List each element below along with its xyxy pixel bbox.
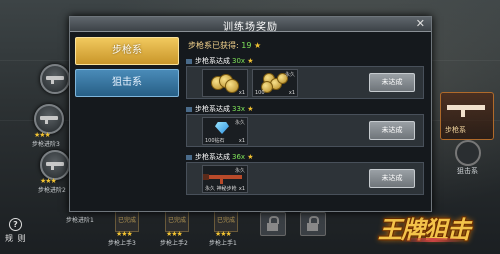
reward-tier-header: 步枪系达成 36x ★ [186,152,424,162]
claim-button-not-reached[interactable]: 未达成 [369,73,415,92]
tree-node-rifle[interactable] [40,150,70,180]
star-icon: ★ [247,57,254,65]
lock-icon [260,212,286,236]
reward-item[interactable]: 永久 永久 神秘步枪 x1 [202,165,248,193]
reward-tier-header: 步枪系达成 30x ★ [186,56,424,66]
tab-sniper[interactable]: 狙击系 [75,69,179,97]
rifle-icon [46,162,64,170]
reward-item[interactable]: 永久 100 x1 [252,69,298,97]
reward-item[interactable]: 永久 100钻石 x1 [202,117,248,145]
node-label: 步枪进阶2 [38,187,66,194]
category-tabs: 步枪系 狙击系 [75,37,181,101]
obtained-summary: 步枪系已获得: 19 ★ [188,40,261,51]
star-icon: ★ [247,105,254,113]
reward-title: 步枪系达成 [195,153,230,161]
dialog-header: 训练场奖励 ✕ [70,17,431,33]
permanent-tag: 永久 [234,120,245,126]
reward-tier-body: 永久 100钻石 x1 未达成 [186,114,424,147]
reward-tier-header: 步枪系达成 33x ★ [186,104,424,114]
reward-title: 步枪系达成 [195,105,230,113]
permanent-tag: 永久 [234,168,245,174]
node-label: 步枪进阶1 [66,217,94,224]
dialog-title: 训练场奖励 [223,22,278,33]
reward-tier-body: x1 永久 100 x1 未达成 [186,66,424,99]
close-icon[interactable]: ✕ [416,17,425,30]
node-stars: ★★★ [215,230,232,238]
sniper-category-label: 狙击系 [457,167,478,175]
reward-tier: 步枪系达成 36x ★ 永久 永久 神秘步枪 x1 未达成 [186,152,424,195]
claim-button-not-reached[interactable]: 未达成 [369,121,415,140]
item-caption: 100钻石 [205,138,225,144]
reward-count: 33x [232,105,246,113]
item-quantity: x1 [238,138,245,144]
rifle-icon [40,116,58,124]
tier-marker-icon [186,58,192,64]
diamond-icon [215,122,229,134]
tab-rifle[interactable]: 步枪系 [75,37,179,65]
item-caption: 100 [255,90,265,96]
reward-count: 36x [232,153,246,161]
item-quantity: x1 [288,90,295,96]
reward-item[interactable]: x1 [202,69,248,97]
permanent-tag: 永久 [284,72,295,78]
claim-button-not-reached[interactable]: 未达成 [369,169,415,188]
node-stars: ★★★ [166,230,183,238]
tree-node-rifle[interactable] [40,64,70,94]
reward-tier: 步枪系达成 33x ★ 永久 100钻石 x1 未达成 [186,104,424,147]
obtained-count: 19 [241,41,252,50]
sniper-category-node[interactable] [455,140,481,166]
rifle-icon [447,105,485,117]
rifle-icon [46,76,64,84]
node-label: 步枪进阶3 [32,141,60,148]
reward-count: 30x [232,57,246,65]
training-reward-dialog: 训练场奖励 ✕ 步枪系 狙击系 步枪系已获得: 19 ★ 步枪系达成 30x ★ … [69,16,432,212]
rules-link[interactable]: 规 则 [5,233,27,244]
tree-node-rifle[interactable] [34,104,64,134]
rifle-category-label: 步枪系 [445,126,466,134]
rifle-icon [203,174,242,184]
tier-marker-icon [186,154,192,160]
obtained-label: 步枪系已获得: [188,41,242,50]
node-label: 步枪上手1 [209,240,237,247]
node-stars: ★★★ [116,230,133,238]
star-icon: ★ [253,41,262,50]
node-label: 步枪上手3 [108,240,136,247]
reward-title: 步枪系达成 [195,57,230,65]
item-quantity: x1 [238,186,245,192]
node-label: 步枪上手2 [160,240,188,247]
node-stars: ★★★ [40,177,57,185]
reward-tier-body: 永久 永久 神秘步枪 x1 未达成 [186,162,424,195]
item-quantity: x1 [238,90,245,96]
help-icon[interactable]: ? [9,218,22,231]
logo-underline [402,238,464,242]
reward-tier: 步枪系达成 30x ★ x1 永久 100 x1 未达成 [186,56,424,99]
tier-marker-icon [186,106,192,112]
star-icon: ★ [247,153,254,161]
item-caption: 永久 神秘步枪 [205,186,237,192]
lock-icon [300,212,326,236]
node-stars: ★★★ [34,131,51,139]
